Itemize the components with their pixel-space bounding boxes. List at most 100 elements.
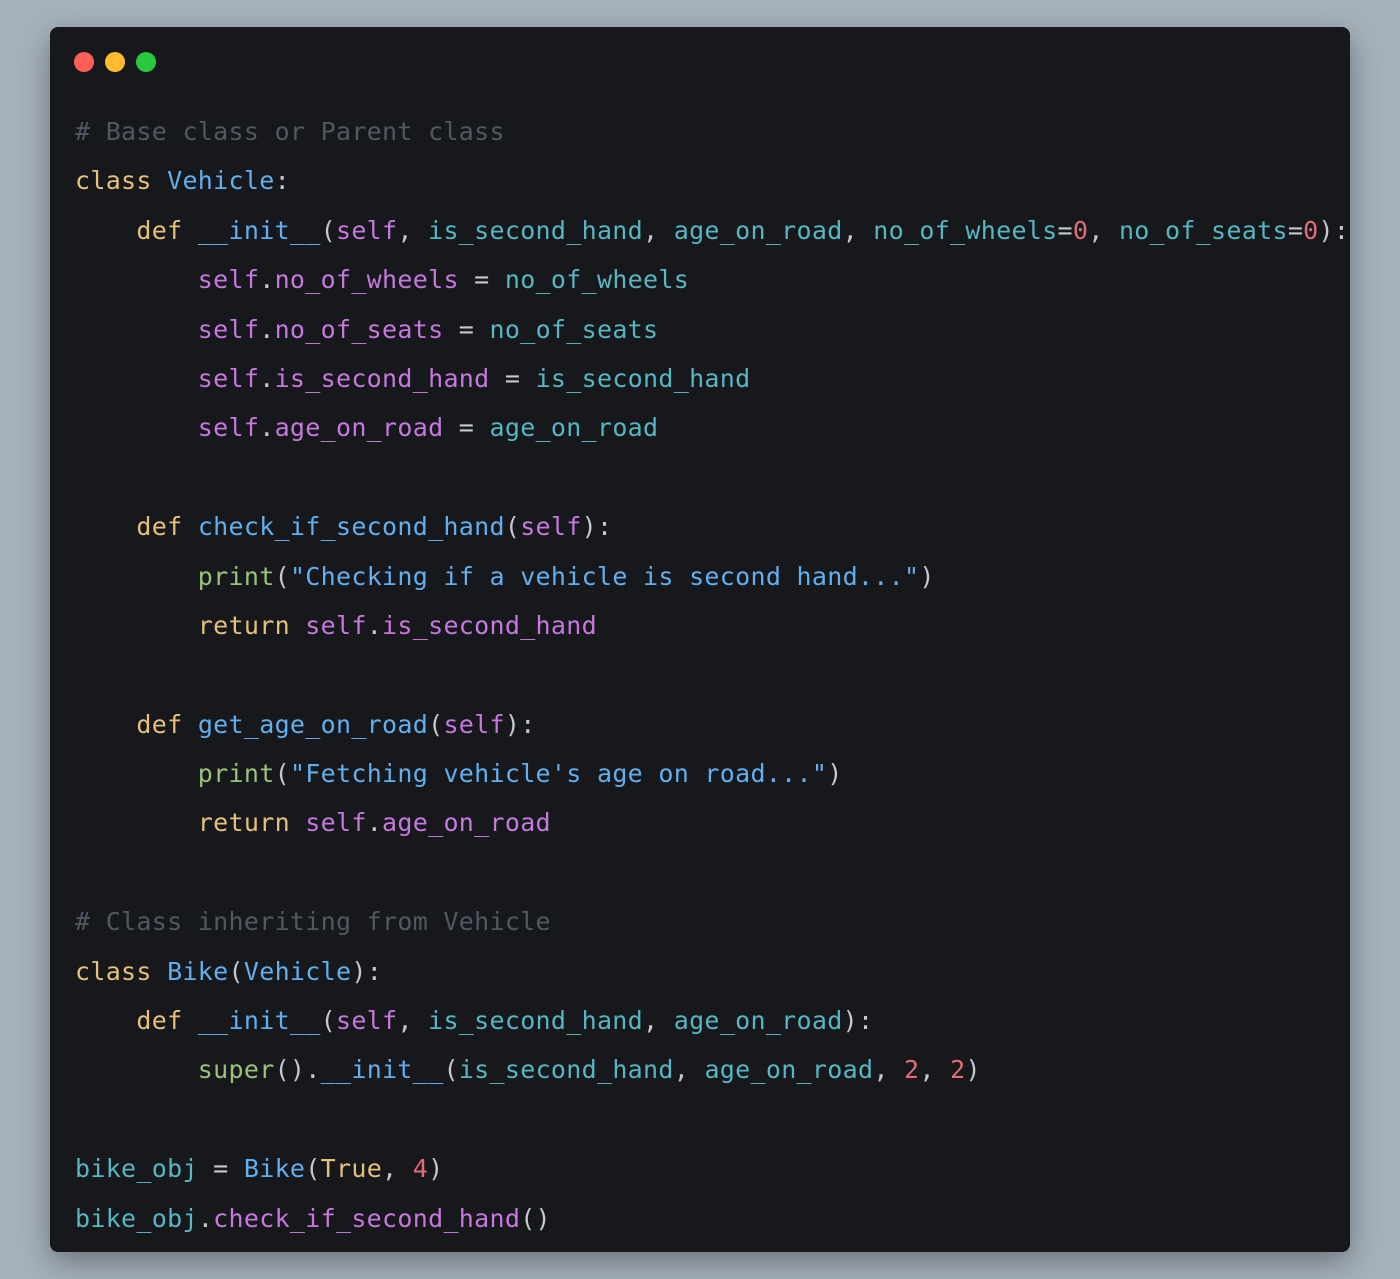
code-line: return self.is_second_hand bbox=[75, 601, 1349, 650]
window-controls bbox=[74, 52, 156, 72]
code-token-identifier: no_of_seats bbox=[489, 314, 659, 344]
code-token-punctuation: () bbox=[520, 1203, 551, 1233]
code-line: self.no_of_wheels = no_of_wheels bbox=[75, 255, 1349, 304]
code-line: self.age_on_road = age_on_road bbox=[75, 403, 1349, 452]
code-token-punctuation: = bbox=[489, 363, 536, 393]
code-token-punctuation: , bbox=[397, 215, 429, 245]
code-token-punctuation: = bbox=[443, 413, 490, 443]
code-line: def __init__(self, is_second_hand, age_o… bbox=[75, 206, 1349, 255]
code-token-punctuation: ): bbox=[842, 1006, 874, 1036]
code-token-punctuation: ( bbox=[274, 759, 290, 789]
code-token-identifier: is_second_hand bbox=[428, 215, 644, 245]
code-token-punctuation: ( bbox=[228, 956, 244, 986]
code-token-self: self bbox=[335, 215, 398, 245]
code-token-punctuation: ( bbox=[320, 1006, 336, 1036]
code-token-punctuation: , bbox=[842, 215, 874, 245]
code-token-self: self bbox=[305, 610, 367, 640]
code-token-punctuation: . bbox=[259, 265, 275, 295]
code-token-attribute: check_if_second_hand bbox=[213, 1203, 521, 1233]
code-token-punctuation: , bbox=[382, 1154, 413, 1184]
code-token-punctuation: , bbox=[873, 1055, 905, 1085]
code-block: # Base class or Parent class class Vehicl… bbox=[75, 107, 1349, 1243]
code-token-punctuation: . bbox=[197, 1203, 214, 1233]
code-token-self: self bbox=[75, 265, 260, 295]
code-token-punctuation: . bbox=[366, 808, 383, 838]
code-token-string: "Checking if a vehicle is second hand...… bbox=[289, 561, 920, 591]
code-token-punctuation: ( bbox=[305, 1154, 321, 1184]
code-token-identifier: age_on_road bbox=[704, 1055, 874, 1085]
code-line: class Bike(Vehicle): bbox=[75, 947, 1349, 996]
code-token-punctuation: ( bbox=[443, 1055, 459, 1085]
code-token-number: 4 bbox=[412, 1154, 429, 1184]
code-token-punctuation: = bbox=[197, 1154, 244, 1184]
code-line: print("Checking if a vehicle is second h… bbox=[75, 552, 1349, 601]
code-token-keyword: def bbox=[75, 215, 198, 245]
code-token-function: __init__ bbox=[197, 1006, 321, 1036]
code-line: def check_if_second_hand(self): bbox=[75, 502, 1349, 551]
minimize-window-button[interactable] bbox=[105, 52, 125, 72]
code-token-keyword: def bbox=[75, 512, 198, 542]
code-token-keyword: class bbox=[75, 956, 168, 986]
code-token-number: 2 bbox=[904, 1055, 920, 1085]
code-token-number: 0 bbox=[1303, 215, 1319, 245]
code-token-builtin: print bbox=[75, 759, 275, 789]
code-token-identifier: bike_obj bbox=[75, 1203, 198, 1233]
code-token-punctuation: ): bbox=[504, 709, 536, 739]
code-line: class Vehicle: bbox=[75, 156, 1349, 205]
code-token-identifier: no_of_wheels bbox=[873, 215, 1058, 245]
code-token-identifier: age_on_road bbox=[673, 1006, 843, 1036]
code-token-punctuation: , bbox=[919, 1055, 951, 1085]
code-token-self: self bbox=[520, 512, 582, 542]
code-line: bike_obj = Bike(True, 4) bbox=[75, 1144, 1349, 1193]
code-token-class-name: Bike bbox=[243, 1154, 306, 1184]
code-token-class-name: Bike bbox=[167, 956, 229, 986]
code-token-punctuation: (). bbox=[274, 1055, 321, 1085]
code-token-self: self bbox=[75, 363, 260, 393]
code-token-number: 0 bbox=[1072, 215, 1089, 245]
close-window-button[interactable] bbox=[74, 52, 94, 72]
code-token-self: self bbox=[335, 1006, 398, 1036]
code-token-punctuation: ) bbox=[965, 1055, 981, 1085]
code-token-comment: # Class inheriting from Vehicle bbox=[75, 907, 551, 937]
code-token-keyword: return bbox=[75, 610, 306, 640]
code-token-builtin: print bbox=[75, 561, 275, 591]
code-token-attribute: no_of_wheels bbox=[274, 265, 459, 295]
code-token-comment: # Base class or Parent class bbox=[75, 117, 505, 146]
code-token-class-name: Vehicle bbox=[167, 166, 275, 196]
code-token-punctuation: . bbox=[259, 363, 275, 393]
code-token-punctuation: , bbox=[397, 1006, 429, 1036]
code-token-punctuation: = bbox=[458, 265, 505, 295]
code-token-punctuation: . bbox=[259, 314, 275, 344]
code-line: self.no_of_seats = no_of_seats bbox=[75, 305, 1349, 354]
code-line: super().__init__(is_second_hand, age_on_… bbox=[75, 1045, 1349, 1094]
code-token-identifier: bike_obj bbox=[75, 1154, 198, 1184]
code-token-attribute: is_second_hand bbox=[274, 363, 490, 393]
code-line: return self.age_on_road bbox=[75, 798, 1349, 847]
code-token-punctuation: ( bbox=[504, 512, 521, 542]
code-token-identifier: age_on_road bbox=[489, 413, 659, 443]
code-token-identifier: age_on_road bbox=[673, 215, 843, 245]
code-token-identifier: no_of_wheels bbox=[504, 265, 690, 295]
code-token-punctuation: , bbox=[643, 215, 674, 245]
code-token-keyword: return bbox=[75, 808, 306, 838]
code-window: # Base class or Parent class class Vehicl… bbox=[50, 27, 1350, 1252]
code-token-punctuation: ) bbox=[827, 759, 843, 789]
code-token-punctuation: ( bbox=[428, 709, 444, 739]
code-token-keyword: class bbox=[75, 166, 168, 196]
code-token-attribute: no_of_seats bbox=[274, 314, 444, 344]
code-line: print("Fetching vehicle's age on road...… bbox=[75, 749, 1349, 798]
code-token-function: get_age_on_road bbox=[197, 709, 429, 739]
code-line: def get_age_on_road(self): bbox=[75, 700, 1349, 749]
code-token-punctuation: , bbox=[643, 1006, 674, 1036]
code-token-self: self bbox=[75, 314, 260, 344]
code-token-identifier: is_second_hand bbox=[428, 1006, 644, 1036]
zoom-window-button[interactable] bbox=[136, 52, 156, 72]
code-token-punctuation: = bbox=[443, 314, 490, 344]
code-token-punctuation: ( bbox=[320, 215, 336, 245]
code-token-number: 2 bbox=[950, 1055, 966, 1085]
code-token-keyword: def bbox=[75, 709, 198, 739]
